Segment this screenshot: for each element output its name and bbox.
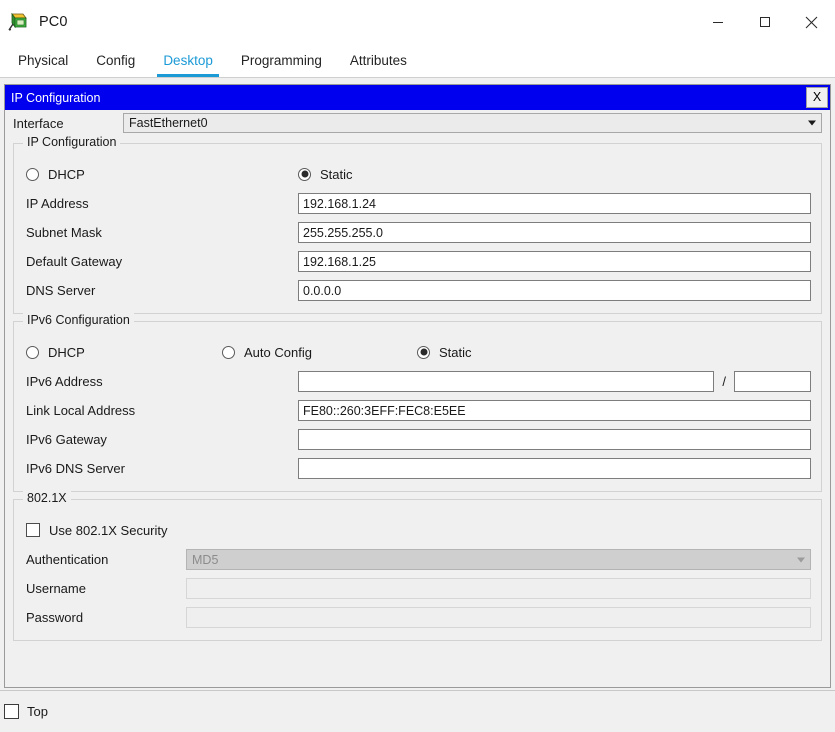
close-icon[interactable] — [788, 0, 835, 44]
ipv4-gateway-row: Default Gateway 192.168.1.25 — [14, 247, 821, 276]
chevron-down-icon — [808, 120, 816, 126]
dot1x-authentication-select[interactable]: MD5 — [186, 549, 811, 570]
ipv4-dns-row: DNS Server 0.0.0.0 — [14, 276, 821, 305]
ipv6-dhcp-radio[interactable]: DHCP — [26, 345, 222, 360]
ipv6-dns-row: IPv6 DNS Server — [14, 454, 821, 483]
ipv6-address-label: IPv6 Address — [26, 374, 103, 389]
ipv6-group-title: IPv6 Configuration — [23, 313, 134, 327]
tab-config[interactable]: Config — [82, 44, 149, 77]
pc-device-icon — [7, 11, 29, 33]
ipv6-link-local-label: Link Local Address — [26, 403, 136, 418]
bottom-bar: Top — [0, 690, 835, 732]
ipv6-link-local-input[interactable]: FE80::260:3EFF:FEC8:E5EE — [298, 400, 811, 421]
radio-circle-selected-icon — [298, 167, 311, 181]
ipv4-dhcp-radio[interactable]: DHCP — [26, 167, 298, 182]
ipv6-auto-config-radio[interactable]: Auto Config — [222, 345, 417, 360]
dot1x-use-security-row[interactable]: Use 802.1X Security — [14, 515, 821, 545]
ipv6-gateway-input[interactable] — [298, 429, 811, 450]
radio-circle-icon — [26, 167, 39, 181]
radio-circle-icon — [222, 345, 235, 359]
window-controls — [694, 0, 835, 44]
ipv4-mode-row: DHCP Static — [14, 159, 821, 189]
ipv6-mode-row: DHCP Auto Config Static — [14, 337, 821, 367]
tab-physical[interactable]: Physical — [4, 44, 82, 77]
ip-configuration-close-button[interactable]: X — [806, 87, 828, 108]
ipv6-prefix-separator: / — [722, 374, 726, 389]
window-titlebar: PC0 — [0, 0, 835, 44]
radio-circle-icon — [26, 345, 39, 359]
ipv4-group-title: IP Configuration — [23, 135, 121, 149]
checkbox-unchecked-icon — [26, 523, 40, 537]
ipv6-prefix-length-input[interactable] — [734, 371, 811, 392]
ipv6-gateway-row: IPv6 Gateway — [14, 425, 821, 454]
dot1x-username-row: Username — [14, 574, 821, 603]
packet-tracer-device-window: PC0 Physical Config Desktop Programming … — [0, 0, 835, 732]
ipv4-subnet-row: Subnet Mask 255.255.255.0 — [14, 218, 821, 247]
chevron-down-icon — [797, 557, 805, 562]
ipv4-dns-input[interactable]: 0.0.0.0 — [298, 280, 811, 301]
dot1x-password-row: Password — [14, 603, 821, 632]
dot1x-authentication-row: Authentication MD5 — [14, 545, 821, 574]
ip-configuration-title: IP Configuration — [11, 90, 101, 105]
dot1x-use-security-label: Use 802.1X Security — [49, 522, 168, 538]
ipv4-address-row: IP Address 192.168.1.24 — [14, 189, 821, 218]
ip-configuration-window: IP Configuration X Interface FastEtherne… — [4, 84, 831, 688]
interface-label: Interface — [13, 115, 64, 131]
ip-configuration-titlebar: IP Configuration X — [5, 85, 830, 110]
ipv6-address-input[interactable] — [298, 371, 715, 392]
ipv4-subnet-input[interactable]: 255.255.255.0 — [298, 222, 811, 243]
ipv4-static-label: Static — [320, 166, 353, 182]
interface-row: Interface FastEthernet0 — [5, 110, 830, 136]
ipv6-configuration-group: IPv6 Configuration DHCP Auto Config Stat… — [13, 313, 822, 492]
dot1x-password-label: Password — [26, 610, 84, 625]
ipv6-dns-input[interactable] — [298, 458, 811, 479]
dot1x-username-label: Username — [26, 581, 86, 596]
ipv6-dns-label: IPv6 DNS Server — [26, 461, 125, 476]
dot1x-authentication-label: Authentication — [26, 552, 109, 567]
top-checkbox-label: Top — [27, 704, 48, 719]
ipv6-static-radio[interactable]: Static — [417, 345, 472, 360]
ipv4-dns-label: DNS Server — [26, 283, 96, 298]
dot1x-username-input[interactable] — [186, 578, 811, 599]
interface-select[interactable]: FastEthernet0 — [123, 113, 822, 133]
ipv6-gateway-label: IPv6 Gateway — [26, 432, 107, 447]
ipv4-address-input[interactable]: 192.168.1.24 — [298, 193, 811, 214]
maximize-icon[interactable] — [741, 0, 788, 44]
ipv4-gateway-input[interactable]: 192.168.1.25 — [298, 251, 811, 272]
dot1x-group: 802.1X Use 802.1X Security Authenticatio… — [13, 491, 822, 641]
ipv6-dhcp-label: DHCP — [48, 344, 85, 360]
ipv6-link-local-row: Link Local Address FE80::260:3EFF:FEC8:E… — [14, 396, 821, 425]
tab-desktop[interactable]: Desktop — [149, 44, 227, 77]
ipv6-address-row: IPv6 Address / — [14, 367, 821, 396]
window-title: PC0 — [39, 14, 68, 30]
interface-value: FastEthernet0 — [129, 116, 208, 130]
ipv4-dhcp-label: DHCP — [48, 166, 85, 182]
ipv4-configuration-group: IP Configuration DHCP Static IP Address … — [13, 135, 822, 314]
ipv6-static-label: Static — [439, 344, 472, 360]
ipv4-static-radio[interactable]: Static — [298, 167, 353, 182]
tab-attributes[interactable]: Attributes — [336, 44, 421, 77]
ipv4-gateway-label: Default Gateway — [26, 254, 123, 269]
radio-circle-selected-icon — [417, 345, 430, 359]
ipv4-subnet-label: Subnet Mask — [26, 225, 102, 240]
ipv6-auto-config-label: Auto Config — [244, 344, 312, 360]
minimize-icon[interactable] — [694, 0, 741, 44]
dot1x-password-input[interactable] — [186, 607, 811, 628]
top-checkbox[interactable] — [4, 704, 19, 719]
ipv4-address-label: IP Address — [26, 196, 89, 211]
tab-programming[interactable]: Programming — [227, 44, 336, 77]
dot1x-group-title: 802.1X — [23, 491, 71, 505]
device-tabs: Physical Config Desktop Programming Attr… — [0, 44, 835, 78]
dot1x-authentication-value: MD5 — [192, 552, 219, 567]
